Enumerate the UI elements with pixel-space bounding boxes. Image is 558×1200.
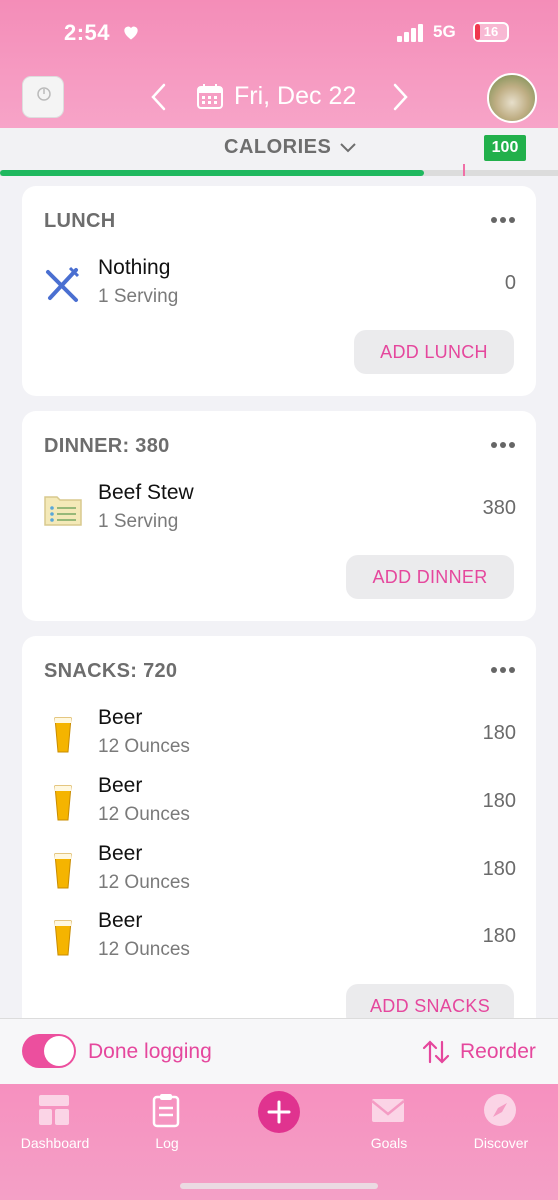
- beer-glass-icon: [54, 853, 72, 889]
- food-name: Beer: [98, 909, 143, 932]
- food-calories: 180: [482, 925, 516, 947]
- food-serving: 12 Ounces: [98, 872, 190, 893]
- signal-icon: [397, 24, 423, 42]
- snacks-title: SNACKS: 720: [44, 660, 178, 682]
- plus-icon: [267, 1100, 291, 1124]
- reorder-icon[interactable]: [421, 1038, 451, 1066]
- food-serving: 12 Ounces: [98, 736, 190, 757]
- food-item[interactable]: Beer 12 Ounces 180: [22, 842, 536, 900]
- status-time: 2:54: [64, 20, 111, 45]
- food-calories: 180: [482, 722, 516, 744]
- food-item[interactable]: Beer 12 Ounces 180: [22, 774, 536, 832]
- tab-discover[interactable]: Discover: [446, 1092, 556, 1160]
- food-calories: 180: [482, 790, 516, 812]
- dinner-title: DINNER: 380: [44, 435, 170, 457]
- tab-label: Dashboard: [20, 1135, 90, 1151]
- food-item[interactable]: Beer 12 Ounces 180: [22, 909, 536, 967]
- compass-icon: [484, 1094, 516, 1126]
- previous-day-icon[interactable]: [147, 82, 171, 112]
- food-item[interactable]: Beer 12 Ounces 180: [22, 706, 536, 764]
- done-logging-toggle[interactable]: [22, 1034, 76, 1068]
- goals-envelope-icon: [371, 1099, 405, 1122]
- status-bar: 2:54 5G 16: [0, 0, 558, 64]
- tab-label: Log: [155, 1135, 179, 1151]
- avatar[interactable]: [487, 73, 537, 123]
- tab-goals[interactable]: Goals: [334, 1092, 444, 1160]
- calories-badge: 100: [484, 135, 526, 161]
- food-calories: 0: [504, 272, 516, 294]
- beer-glass-icon: [54, 717, 72, 753]
- dinner-card: DINNER: 380 Beef Stew 1 Serving 380 ADD …: [22, 411, 536, 621]
- reorder-label[interactable]: Reorder: [460, 1040, 536, 1064]
- chevron-down-icon[interactable]: [339, 140, 357, 154]
- beer-glass-icon: [54, 785, 72, 821]
- food-serving: 1 Serving: [98, 286, 179, 307]
- food-calories: 380: [482, 497, 516, 519]
- more-options-icon[interactable]: [490, 216, 516, 224]
- tab-add[interactable]: [258, 1091, 300, 1133]
- fork-knife-icon: [46, 266, 80, 302]
- toggle-knob: [44, 1036, 74, 1066]
- battery-icon: 16: [473, 22, 509, 42]
- food-name: Nothing: [98, 256, 171, 279]
- heart-icon: [124, 26, 138, 40]
- more-options-icon[interactable]: [490, 666, 516, 674]
- tab-label: Goals: [370, 1135, 408, 1151]
- tab-log[interactable]: Log: [112, 1092, 222, 1160]
- food-serving: 1 Serving: [98, 511, 179, 532]
- weight-scale-icon[interactable]: [22, 76, 64, 118]
- goal-marker: [463, 164, 465, 176]
- food-calories: 180: [482, 858, 516, 880]
- food-item[interactable]: Beef Stew 1 Serving 380: [22, 481, 536, 539]
- calorie-progress-bar: [0, 170, 558, 176]
- food-name: Beer: [98, 842, 143, 865]
- more-options-icon[interactable]: [490, 441, 516, 449]
- add-lunch-button[interactable]: ADD LUNCH: [354, 330, 514, 374]
- network-label: 5G: [433, 22, 456, 41]
- date-label[interactable]: Fri, Dec 22: [234, 82, 356, 111]
- food-name: Beef Stew: [98, 481, 194, 504]
- home-indicator: [180, 1183, 378, 1189]
- food-serving: 12 Ounces: [98, 939, 190, 960]
- lunch-card: LUNCH Nothing 1 Serving 0 ADD LUNCH: [22, 186, 536, 396]
- tab-dashboard[interactable]: Dashboard: [0, 1092, 110, 1160]
- battery-level: 16: [483, 24, 499, 39]
- food-name: Beer: [98, 706, 143, 729]
- calendar-icon[interactable]: [196, 82, 224, 110]
- calories-dropdown[interactable]: CALORIES: [224, 136, 331, 159]
- tab-label: Discover: [473, 1135, 529, 1151]
- snacks-card: SNACKS: 720 Beer 12 Ounces 180 Beer 12 O…: [22, 636, 536, 1056]
- done-logging-label[interactable]: Done logging: [88, 1040, 212, 1064]
- food-name: Beer: [98, 774, 143, 797]
- add-dinner-button[interactable]: ADD DINNER: [346, 555, 514, 599]
- food-serving: 12 Ounces: [98, 804, 190, 825]
- log-clipboard-icon: [152, 1094, 180, 1128]
- dashboard-icon: [39, 1095, 69, 1125]
- lunch-title: LUNCH: [44, 210, 116, 232]
- food-item[interactable]: Nothing 1 Serving 0: [22, 256, 536, 314]
- recipe-folder-icon: [44, 496, 82, 526]
- next-day-icon[interactable]: [388, 82, 412, 112]
- beer-glass-icon: [54, 920, 72, 956]
- calorie-progress-fill: [0, 170, 425, 176]
